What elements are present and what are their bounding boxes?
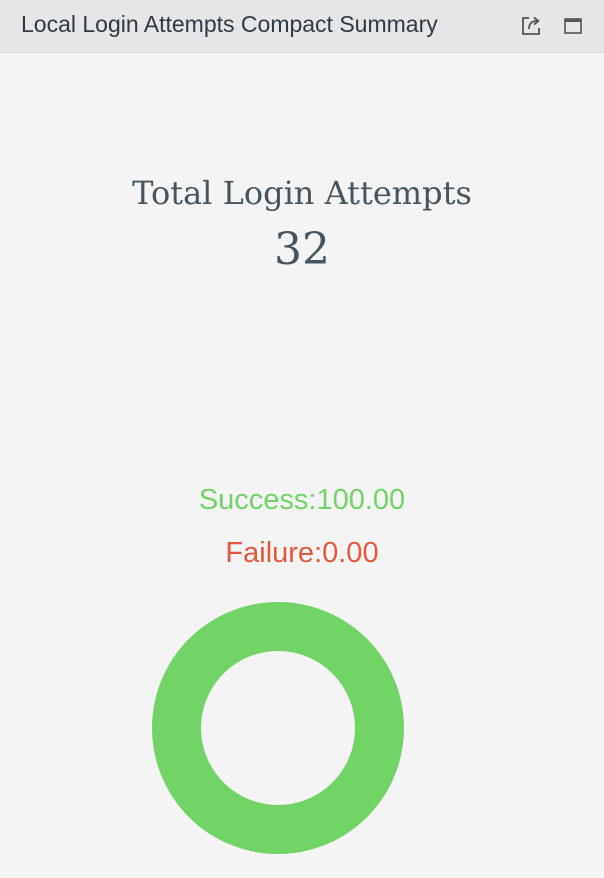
total-attempts-label: Total Login Attempts [132,174,472,212]
donut-chart[interactable] [150,600,406,856]
success-value: 100.00 [316,484,406,516]
login-attempts-panel: Local Login Attempts Compact Summary Tot… [0,0,604,878]
failure-legend: Failure:0.00 [0,537,604,570]
panel-title: Local Login Attempts Compact Summary [21,11,438,37]
success-legend: Success:100.00 [0,484,604,517]
total-attempts-value: 32 [274,224,330,275]
failure-label: Failure: [225,537,323,569]
donut-slice-success[interactable] [152,602,404,854]
maximize-icon [564,18,582,34]
panel-header: Local Login Attempts Compact Summary [0,0,604,53]
export-button[interactable] [519,14,543,38]
export-icon [522,16,540,35]
success-label: Success: [198,484,317,516]
maximize-button[interactable] [561,14,585,38]
failure-value: 0.00 [322,537,379,569]
